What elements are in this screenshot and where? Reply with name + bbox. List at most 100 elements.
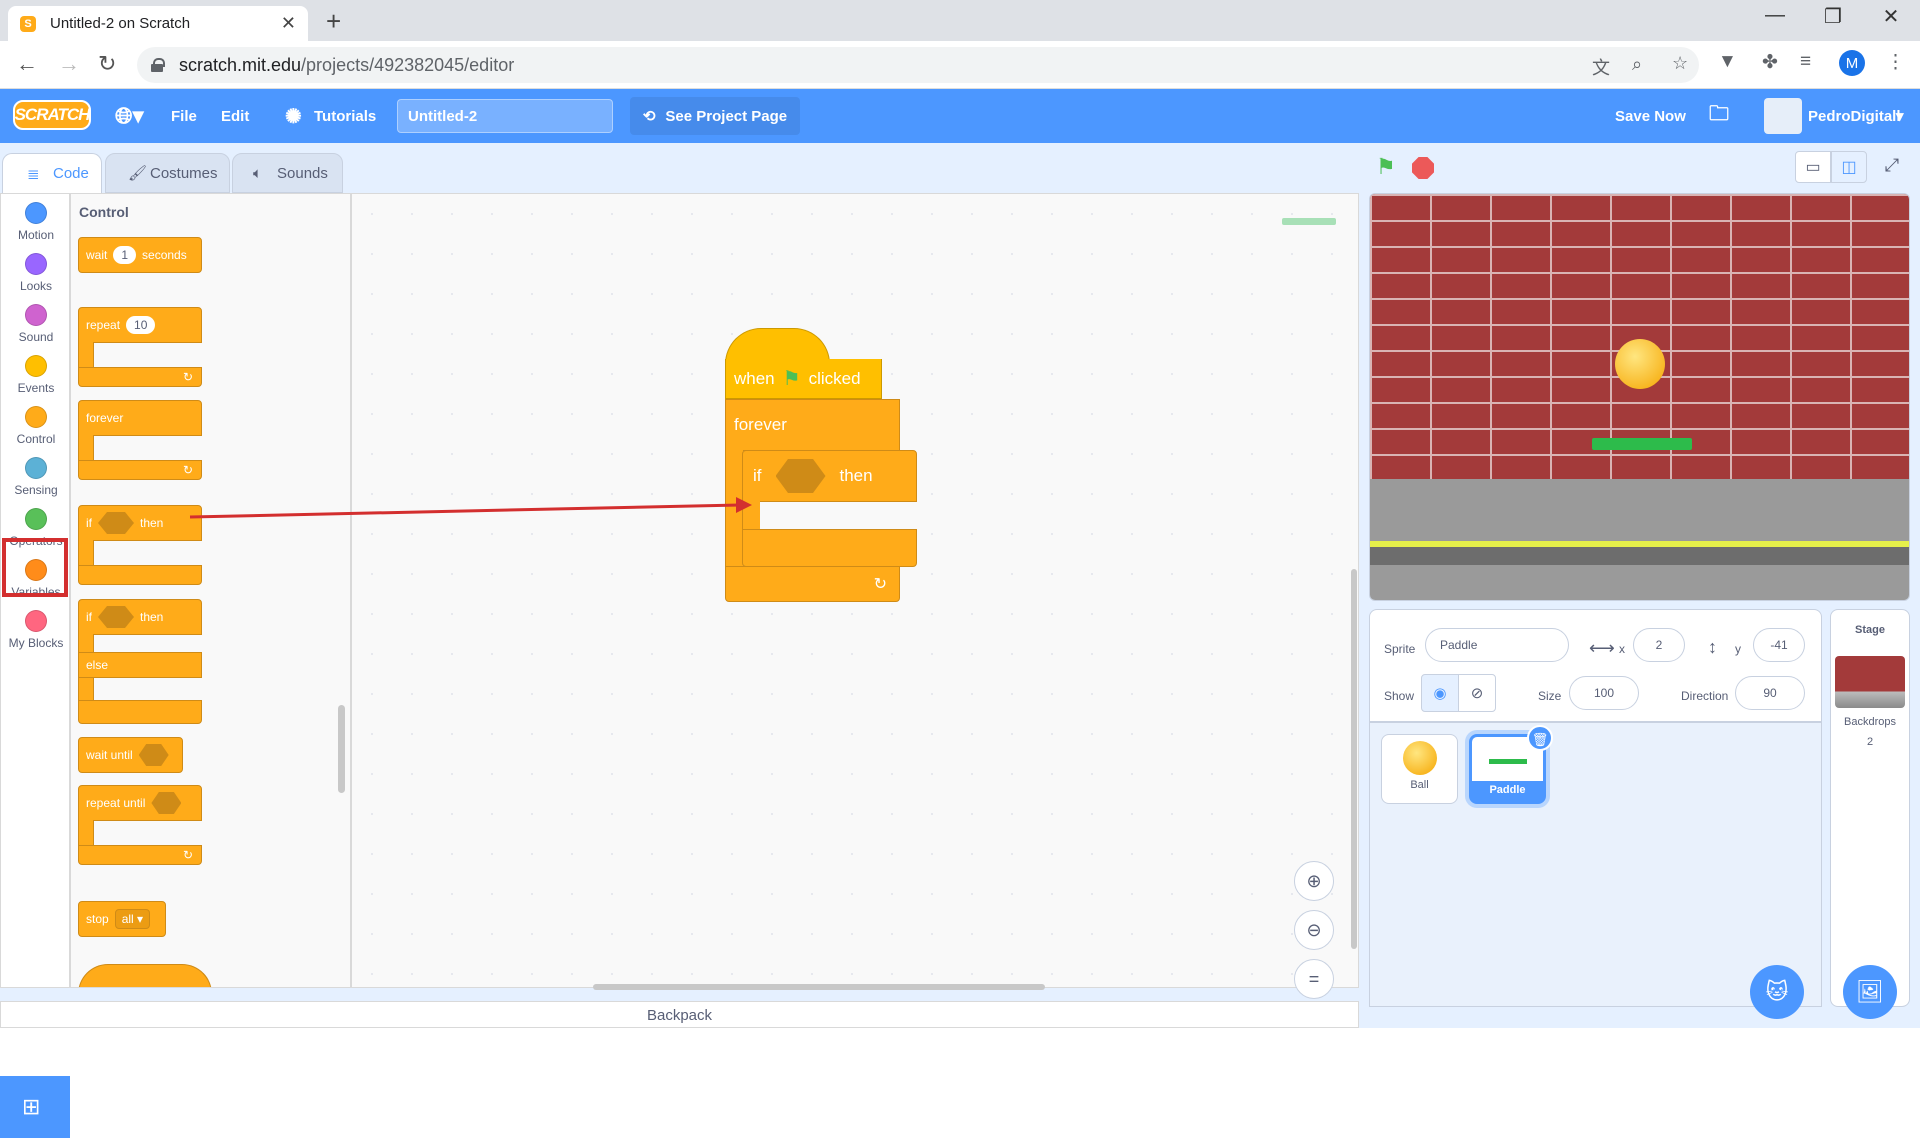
show-visible-eye-icon[interactable]: ◉ [1421,674,1459,712]
condition-slot[interactable] [98,512,134,534]
edit-menu[interactable]: Edit [221,89,249,143]
see-project-page-button[interactable]: ⟲ See Project Page [630,97,800,135]
category-sensing[interactable]: Sensing [1,449,71,501]
bookmark-star-icon[interactable]: ☆ [1672,53,1688,74]
forward-icon[interactable]: → [58,51,80,77]
if-then-script-block[interactable]: if then [742,450,917,502]
when-flag-clicked-block[interactable]: when ⚑ clicked [725,359,882,399]
browser-tab[interactable]: S Untitled-2 on Scratch ✕ [8,6,308,41]
size-input[interactable]: 100 [1569,676,1639,710]
tab-sounds[interactable]: 🔈︎ Sounds [232,153,343,193]
condition-slot[interactable] [151,792,182,814]
if-then-block[interactable]: if then [78,505,202,585]
zoom-reset-button[interactable]: = [1294,959,1334,999]
choose-backdrop-icon[interactable]: 🖼︎ [1843,965,1897,1019]
file-menu[interactable]: File [171,89,197,143]
tab-code[interactable]: ≣ Code [2,153,102,193]
fullscreen-icon[interactable]: ⤢ [1874,151,1910,183]
block-text: then [140,516,164,530]
add-extension-button[interactable]: ⊞ [0,1076,70,1138]
direction-input[interactable]: 90 [1735,676,1805,710]
ball-sprite[interactable] [1615,339,1665,389]
tab-costumes[interactable]: 🖌︎ Costumes [105,153,230,193]
stop-dropdown[interactable]: all ▾ [114,909,151,929]
category-looks[interactable]: Looks [1,245,71,297]
workspace-h-scrollbar[interactable] [593,984,1045,990]
repeat-input[interactable]: 10 [126,316,156,334]
tutorials-menu[interactable]: Tutorials [314,89,376,143]
sprite-thumb-paddle[interactable]: Paddle 🗑︎ [1469,725,1553,804]
backpack-bar[interactable]: Backpack [0,1001,1359,1028]
close-window-icon[interactable]: ✕ [1871,4,1911,29]
username-menu[interactable]: PedroDigitall [1808,89,1901,143]
zoom-in-button[interactable]: ⊕ [1294,861,1334,901]
reload-icon[interactable]: ↻ [98,51,116,77]
stage-selector[interactable]: Stage Backdrops 2 [1830,609,1910,1007]
wait-block[interactable]: wait 1 seconds [78,237,202,273]
condition-slot[interactable] [775,459,826,493]
delete-sprite-trash-icon[interactable]: 🗑︎ [1527,725,1553,751]
events-dot-icon [25,355,47,377]
wait-input[interactable]: 1 [113,246,137,264]
save-now-button[interactable]: Save Now [1615,89,1686,143]
script-workspace[interactable]: when ⚑ clicked forever if then ↻ ⊕ ⊖ = [351,193,1359,999]
wait-until-block[interactable]: wait until [78,737,183,773]
green-flag-button[interactable]: ⚑ [1376,154,1396,180]
brick-wall-backdrop [1370,194,1909,479]
category-motion[interactable]: Motion [1,194,71,246]
block-text: wait [86,248,108,262]
small-stage-button[interactable]: ▭ [1795,151,1831,183]
sprite-name-input[interactable]: Paddle [1425,628,1569,662]
palette-scrollbar[interactable] [338,705,345,793]
zoom-out-button[interactable]: ⊖ [1294,910,1334,950]
category-control[interactable]: Control [1,398,71,450]
block-palette: Control wait 1 seconds repeat 10 ↻ foreve… [70,193,351,988]
repeat-until-block[interactable]: repeat until ↻ [78,785,202,865]
choose-sprite-cat-icon[interactable]: 🐱︎ [1750,965,1804,1019]
stop-block[interactable]: stop all ▾ [78,901,166,937]
x-input[interactable]: 2 [1633,628,1685,662]
forever-script-block[interactable]: forever [725,399,900,451]
condition-slot[interactable] [138,744,169,766]
y-input[interactable]: -41 [1753,628,1805,662]
new-tab-icon[interactable]: + [326,6,341,37]
condition-slot[interactable] [98,606,134,628]
forever-block[interactable]: forever ↻ [78,400,202,480]
block-text: seconds [142,248,187,262]
hide-eye-slash-icon[interactable]: ⊘ [1458,674,1496,712]
control-highlight-box [2,538,68,597]
back-icon[interactable]: ← [16,51,38,77]
zoom-icon[interactable]: ⌕ [1632,54,1642,75]
profile-avatar[interactable]: M [1839,50,1865,76]
translate-icon[interactable]: 文 [1592,54,1610,80]
category-my-blocks[interactable]: My Blocks [1,602,71,654]
sprite-thumb-ball[interactable]: Ball [1381,734,1458,804]
user-chevron-down-icon[interactable]: ▾ [1896,89,1904,143]
hat-block-partial[interactable] [78,964,212,987]
loop-arrow-icon: ↻ [182,463,193,477]
language-globe-icon[interactable]: 🌐︎▾ [115,89,144,143]
user-avatar[interactable] [1764,98,1802,134]
if-else-block[interactable]: if then else [78,599,202,724]
category-sound[interactable]: Sound [1,296,71,348]
my-stuff-folder-icon[interactable]: 🗀︎ [1709,89,1729,143]
close-tab-icon[interactable]: ✕ [281,13,296,34]
scratch-logo[interactable]: SCRATCH [13,100,91,130]
browser-menu-icon[interactable]: ⋮ [1886,51,1905,74]
extension-icon[interactable]: ▼ [1718,51,1737,73]
minimize-icon[interactable]: — [1755,4,1795,27]
stage-canvas[interactable] [1369,193,1910,601]
repeat-block[interactable]: repeat 10 ↻ [78,307,202,387]
category-events[interactable]: Events [1,347,71,399]
url-bar[interactable]: scratch.mit.edu /projects/492382045/edit… [137,47,1699,83]
puzzle-icon[interactable]: ✤ [1762,51,1778,74]
motion-dot-icon [25,202,47,224]
stop-sign-button[interactable] [1412,157,1434,179]
project-title-input[interactable]: Untitled-2 [397,99,613,133]
large-stage-button[interactable]: ◫ [1831,151,1867,183]
maximize-icon[interactable]: ❐ [1813,4,1853,29]
paddle-sprite[interactable] [1592,438,1692,450]
workspace-v-scrollbar[interactable] [1351,569,1357,949]
media-icon[interactable]: ≡ [1800,51,1811,73]
backdrop-thumbnail [1835,656,1905,708]
